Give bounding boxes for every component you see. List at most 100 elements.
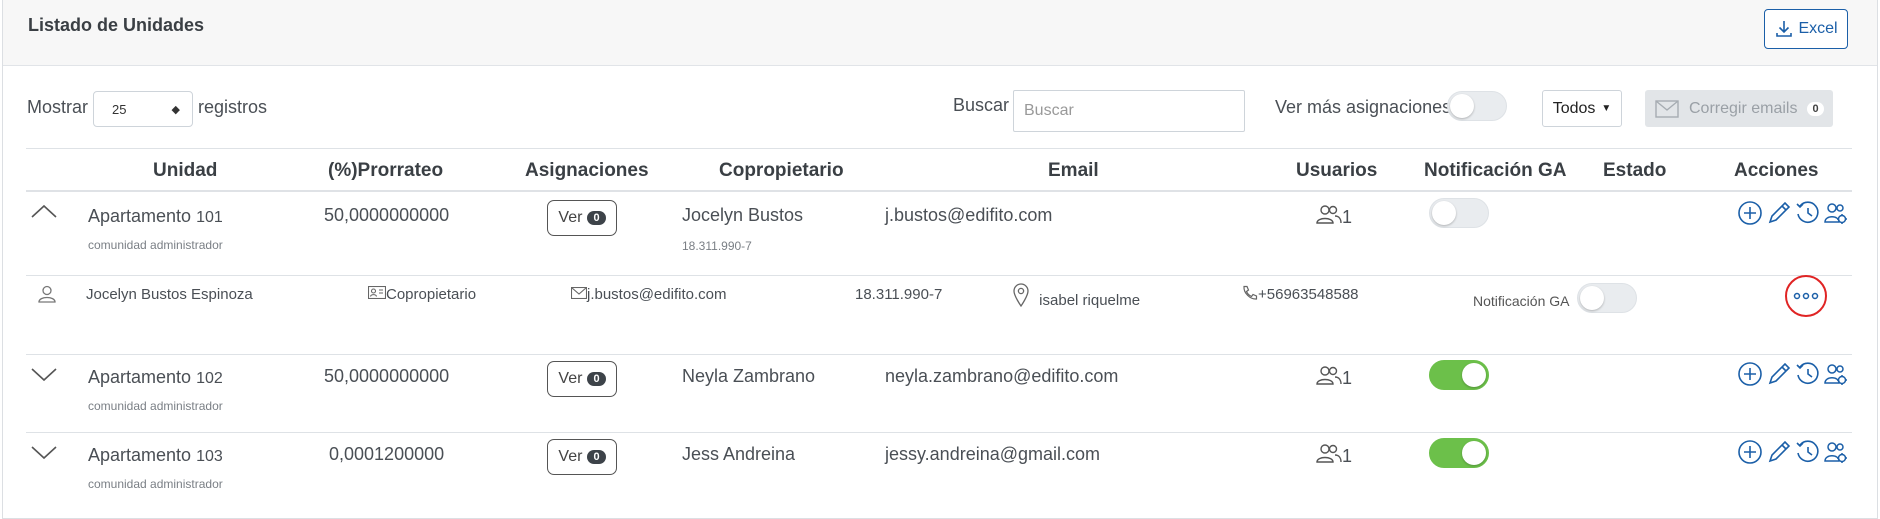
column-header-notificacion: Notificación GA bbox=[1424, 160, 1567, 181]
envelope-icon bbox=[1655, 99, 1679, 118]
divider bbox=[26, 148, 1852, 149]
add-circle-icon[interactable] bbox=[1737, 361, 1763, 387]
users-settings-icon[interactable] bbox=[1823, 200, 1849, 226]
detail-role: Copropietario bbox=[367, 285, 477, 303]
assignments-count: 0 bbox=[587, 211, 606, 225]
owner-name: Jess Andreina bbox=[682, 444, 796, 464]
toggle-knob bbox=[1462, 363, 1486, 387]
unit-subtitle: comunidad administrador bbox=[88, 477, 223, 491]
id-card-icon bbox=[367, 285, 387, 300]
search-placeholder: Buscar bbox=[1024, 102, 1074, 119]
owner-email: j.bustos@edifito.com bbox=[885, 205, 1053, 225]
users-number: 1 bbox=[1342, 207, 1353, 227]
records-label: registros bbox=[198, 97, 268, 117]
toggle-knob bbox=[1462, 441, 1486, 465]
detail-role-text: Copropietario bbox=[386, 286, 477, 303]
users-icon bbox=[1316, 444, 1342, 463]
toggle-knob bbox=[1580, 286, 1604, 310]
excel-export-button[interactable]: Excel bbox=[1764, 9, 1848, 49]
assignments-view-button[interactable]: Ver 0 bbox=[547, 361, 617, 397]
column-header-usuarios: Usuarios bbox=[1296, 160, 1378, 181]
unit-number: 101 bbox=[196, 209, 223, 226]
unit-name: Apartamento 101 bbox=[88, 206, 223, 227]
search-label: Buscar bbox=[953, 95, 1010, 115]
add-circle-icon[interactable] bbox=[1737, 200, 1763, 226]
caret-down-icon: ▼ bbox=[1601, 103, 1612, 114]
more-dots-icon bbox=[1793, 292, 1819, 300]
users-settings-icon[interactable] bbox=[1823, 439, 1849, 465]
toggle-knob bbox=[1450, 94, 1474, 118]
users-number: 1 bbox=[1342, 368, 1353, 388]
envelope-icon bbox=[570, 286, 588, 300]
column-header-email: Email bbox=[1048, 160, 1099, 181]
detail-email-text: j.bustos@edifito.com bbox=[587, 286, 727, 303]
unit-subtitle: comunidad administrador bbox=[88, 238, 223, 252]
page-title: Listado de Unidades bbox=[28, 15, 205, 35]
page-size-select[interactable]: 25 ◆ bbox=[93, 91, 193, 127]
column-header-asignaciones: Asignaciones bbox=[525, 160, 649, 181]
header-divider bbox=[26, 190, 1852, 192]
map-pin-icon bbox=[1013, 283, 1029, 308]
filter-label: Todos bbox=[1552, 99, 1596, 117]
history-clock-icon[interactable] bbox=[1795, 439, 1821, 465]
person-icon bbox=[38, 285, 56, 303]
detail-phone: +56963548588 bbox=[1242, 285, 1359, 303]
history-clock-icon[interactable] bbox=[1795, 200, 1821, 226]
more-options-button[interactable] bbox=[1785, 275, 1827, 317]
filter-dropdown-button[interactable]: Todos ▼ bbox=[1542, 90, 1622, 127]
unit-subtitle: comunidad administrador bbox=[88, 399, 223, 413]
history-clock-icon[interactable] bbox=[1795, 361, 1821, 387]
owner-rut: 18.311.990-7 bbox=[682, 239, 752, 253]
owner-email: neyla.zambrano@edifito.com bbox=[885, 366, 1119, 386]
detail-rut: 18.311.990-7 bbox=[855, 286, 943, 303]
more-assignments-toggle[interactable] bbox=[1447, 91, 1507, 121]
detail-phone-text: +56963548588 bbox=[1258, 286, 1359, 303]
users-count: 1 bbox=[1316, 365, 1352, 389]
detail-address: isabel riquelme bbox=[1013, 283, 1140, 309]
detail-email: j.bustos@edifito.com bbox=[570, 286, 727, 303]
more-assignments-label: Ver más asignaciones bbox=[1275, 97, 1452, 117]
chevron-down-icon[interactable] bbox=[29, 364, 59, 384]
detail-name: Jocelyn Bustos Espinoza bbox=[86, 286, 253, 303]
notification-ga-toggle[interactable] bbox=[1429, 438, 1489, 468]
toggle-knob bbox=[1432, 201, 1456, 225]
notification-ga-toggle[interactable] bbox=[1429, 198, 1489, 228]
edit-pencil-icon[interactable] bbox=[1766, 439, 1792, 465]
users-settings-icon[interactable] bbox=[1823, 361, 1849, 387]
edit-pencil-icon[interactable] bbox=[1766, 361, 1792, 387]
unit-number: 103 bbox=[196, 448, 223, 465]
row-divider bbox=[26, 432, 1852, 433]
row-divider bbox=[26, 354, 1852, 355]
users-count: 1 bbox=[1316, 204, 1352, 228]
users-number: 1 bbox=[1342, 446, 1353, 466]
card-header: Listado de Unidades Excel bbox=[3, 0, 1877, 66]
owner-name: Jocelyn Bustos bbox=[682, 205, 804, 225]
add-circle-icon[interactable] bbox=[1737, 439, 1763, 465]
assignments-view-button[interactable]: Ver 0 bbox=[547, 200, 617, 236]
search-input[interactable]: Buscar bbox=[1013, 90, 1245, 132]
users-count: 1 bbox=[1316, 443, 1352, 467]
chevron-up-icon[interactable] bbox=[29, 202, 59, 222]
unit-name: Apartamento 102 bbox=[88, 367, 223, 388]
users-icon bbox=[1316, 366, 1342, 385]
assignments-view-button[interactable]: Ver 0 bbox=[547, 439, 617, 475]
view-label: Ver bbox=[558, 370, 583, 387]
prorrateo-value: 0,0001200000 bbox=[329, 444, 445, 464]
edit-pencil-icon[interactable] bbox=[1766, 200, 1792, 226]
unit-name: Apartamento 103 bbox=[88, 445, 223, 466]
show-label: Mostrar bbox=[27, 97, 89, 117]
view-label: Ver bbox=[558, 448, 583, 465]
column-header-acciones: Acciones bbox=[1734, 160, 1819, 181]
detail-address-text: isabel riquelme bbox=[1039, 292, 1141, 309]
phone-icon bbox=[1243, 285, 1258, 300]
chevron-down-icon[interactable] bbox=[29, 442, 59, 462]
users-icon bbox=[1316, 205, 1342, 224]
detail-notification-toggle[interactable] bbox=[1577, 283, 1637, 313]
column-header-prorrateo: (%)Prorrateo bbox=[328, 160, 444, 181]
download-icon bbox=[1776, 21, 1793, 37]
excel-label: Excel bbox=[1798, 20, 1838, 37]
fix-emails-button[interactable]: Corregir emails 0 bbox=[1645, 90, 1833, 127]
units-card: Listado de Unidades Excel bbox=[2, 0, 1878, 519]
unit-number: 102 bbox=[196, 370, 223, 387]
notification-ga-toggle[interactable] bbox=[1429, 360, 1489, 390]
